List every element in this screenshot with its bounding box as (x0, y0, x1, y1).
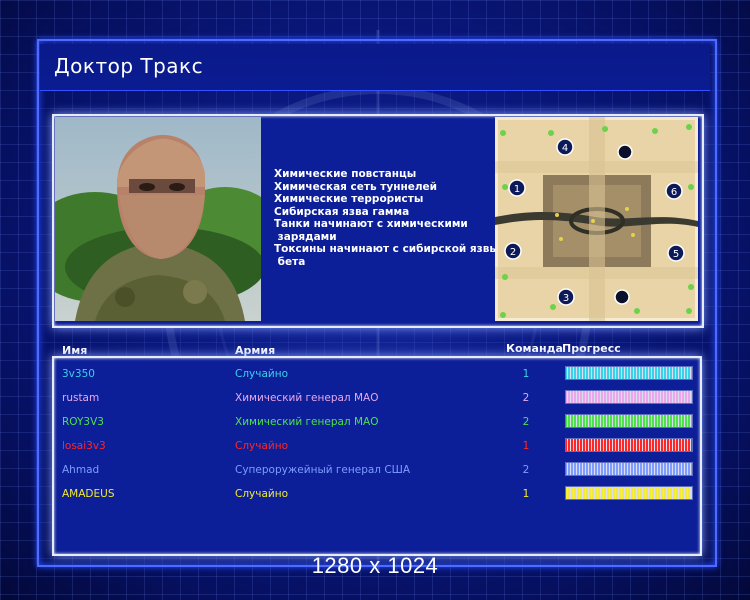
description-line: бета (274, 255, 306, 268)
description-line: Химическая сеть туннелей (274, 180, 438, 193)
player-row: 3v350 Случайно 1 (0, 366, 750, 388)
player-army: Химический генерал МАО (235, 416, 379, 428)
start-position-1[interactable]: 1 (508, 179, 526, 197)
description-line: Химические террористы (274, 193, 424, 205)
player-name: 3v350 (62, 368, 95, 380)
start-position-empty[interactable] (617, 144, 633, 160)
description-line: Сибирская язва гамма (274, 205, 410, 218)
player-name: rustam (62, 392, 100, 404)
player-name: ROY3V3 (62, 416, 104, 428)
start-position-label: 2 (510, 247, 516, 258)
player-name: AMADEUS (62, 488, 115, 500)
player-army: Химический генерал МАО (235, 392, 379, 404)
player-army: Случайно (235, 440, 289, 452)
description-line: Химические повстанцы (274, 168, 417, 180)
start-position-3[interactable]: 3 (557, 288, 575, 306)
resolution-label: 1280 x 1024 (311, 553, 439, 578)
player-team: 2 (522, 416, 530, 428)
player-name: losai3v3 (62, 440, 106, 452)
start-position-label: 6 (671, 187, 677, 198)
start-position-4[interactable]: 4 (556, 138, 574, 156)
player-progress-bar (565, 414, 693, 428)
player-row: AMADEUS Случайно 1 (0, 486, 750, 508)
description-line: Танки начинают с химическими (274, 218, 468, 230)
player-progress-bar (565, 462, 693, 476)
general-portrait (55, 117, 261, 321)
start-position-5[interactable]: 5 (667, 244, 685, 262)
start-position-label: 1 (514, 184, 520, 195)
column-header-progress: Прогресс (562, 342, 621, 355)
start-position-2[interactable]: 2 (504, 242, 522, 260)
column-header-team: Команда (506, 342, 563, 355)
player-row: rustam Химический генерал МАО 2 (0, 390, 750, 412)
player-team: 1 (522, 368, 530, 380)
player-progress-bar (565, 486, 693, 500)
player-row: losai3v3 Случайно 1 (0, 438, 750, 460)
start-position-label: 3 (563, 293, 569, 304)
player-team: 2 (522, 464, 530, 476)
player-row: ROY3V3 Химический генерал МАО 2 (0, 414, 750, 436)
start-position-label: 4 (562, 143, 568, 154)
player-team: 1 (522, 440, 530, 452)
player-team: 1 (522, 488, 530, 500)
start-position-label: 5 (673, 249, 679, 260)
player-army: Супероружейный генерал США (235, 464, 411, 476)
player-name: Ahmad (62, 464, 100, 476)
player-row: Ahmad Супероружейный генерал США 2 (0, 462, 750, 484)
start-position-empty[interactable] (614, 289, 630, 305)
player-progress-bar (565, 366, 693, 380)
start-position-6[interactable]: 6 (665, 182, 683, 200)
general-name-title: Доктор Тракс (54, 54, 204, 78)
player-progress-bar (565, 390, 693, 404)
description-line: зарядами (274, 230, 337, 243)
player-team: 2 (522, 392, 530, 404)
general-description: Химические повстанцы Химическая сеть тун… (274, 168, 499, 268)
player-progress-bar (565, 438, 693, 452)
map-start-positions: 1 2 3 4 5 6 (504, 138, 685, 306)
player-army: Случайно (235, 488, 289, 500)
description-line: Токсины начинают с сибирской язвы (274, 243, 499, 255)
player-army: Случайно (235, 368, 289, 380)
